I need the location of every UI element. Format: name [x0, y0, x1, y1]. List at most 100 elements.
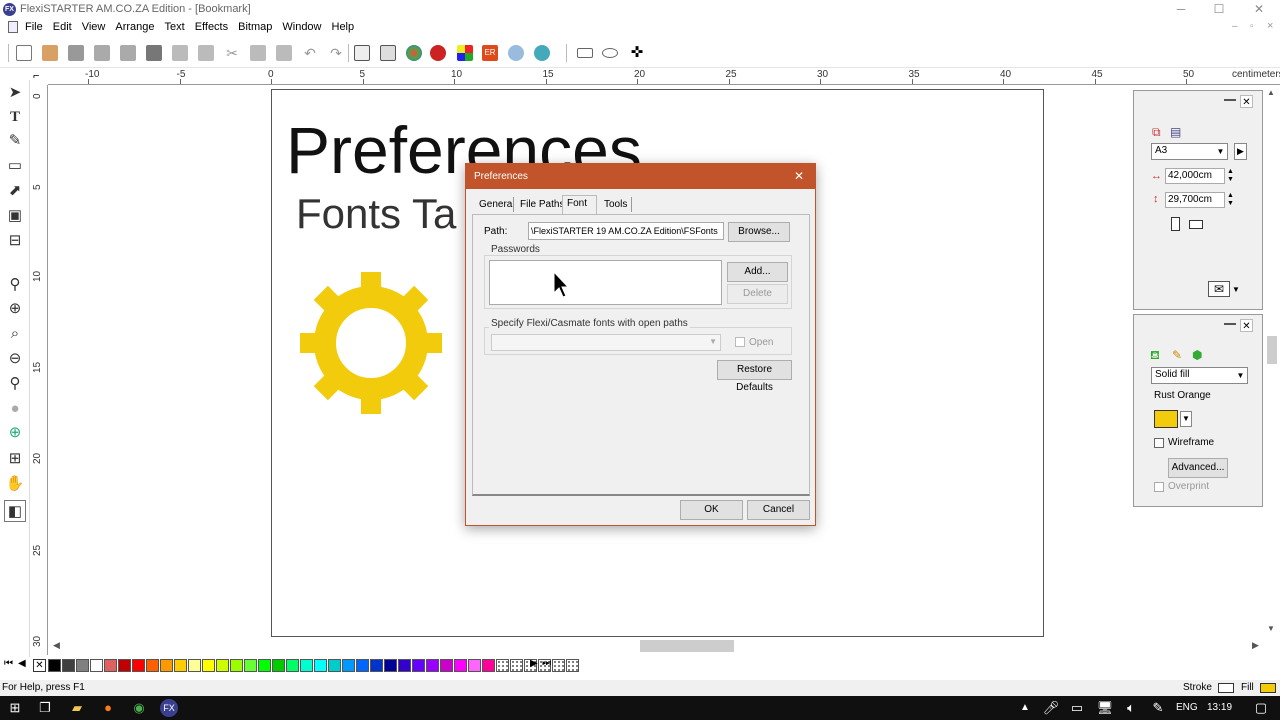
battery-icon[interactable]: ▭ — [1068, 699, 1086, 717]
vertical-scrollbar[interactable]: ▲ ▼ — [1264, 86, 1280, 638]
palette-swatch[interactable] — [132, 659, 145, 672]
select-arrow-icon[interactable]: ➤ — [4, 82, 26, 104]
menu-file[interactable]: File — [20, 19, 48, 35]
palette-last-icon[interactable]: ⏭ — [542, 658, 551, 669]
palette-swatch[interactable] — [146, 659, 159, 672]
palette-swatch[interactable] — [202, 659, 215, 672]
firefox-icon[interactable]: ● — [99, 699, 117, 717]
overprint-checkbox[interactable] — [1154, 482, 1164, 492]
minimize-button[interactable]: ─ — [1166, 2, 1196, 17]
rectangle-tool-icon[interactable]: ▭ — [4, 155, 26, 177]
portrait-icon[interactable] — [1171, 217, 1180, 231]
zoom-all-icon[interactable]: ⚲ — [4, 373, 26, 395]
redo-icon[interactable]: ↷ — [326, 43, 346, 63]
palette-swatch[interactable] — [230, 659, 243, 672]
palette-swatch[interactable] — [188, 659, 201, 672]
palette-swatch[interactable] — [328, 659, 341, 672]
volume-icon[interactable]: 🔈︎ — [1122, 699, 1140, 717]
menu-bitmap[interactable]: Bitmap — [233, 19, 277, 35]
font-path-input[interactable]: \FlexiSTARTER 19 AM.CO.ZA Edition\FSFont… — [528, 222, 724, 240]
stroke-swatch[interactable] — [1218, 683, 1234, 693]
notifications-icon[interactable]: ▢ — [1252, 699, 1270, 717]
node-edit-icon[interactable]: ⬈ — [4, 180, 26, 202]
flexi-taskbar-icon[interactable]: FX — [160, 699, 178, 717]
job-manager-icon[interactable] — [352, 43, 372, 63]
scroll-right-icon[interactable]: ▶ — [1252, 640, 1259, 651]
palette-swatch[interactable] — [258, 659, 271, 672]
measure-tool-icon[interactable]: ⊟ — [4, 230, 26, 252]
palette-swatch[interactable] — [76, 659, 89, 672]
document-icon[interactable] — [8, 21, 18, 33]
gear-graphic[interactable] — [300, 272, 442, 414]
tray-expand-icon[interactable]: ▲ — [1016, 699, 1034, 717]
palette-empty-swatch[interactable] — [552, 659, 565, 672]
scroll-up-icon[interactable]: ▲ — [1267, 88, 1275, 97]
tab-tools[interactable]: Tools — [600, 197, 631, 214]
width-spinner-icon[interactable]: ▲ ▼ — [1227, 168, 1234, 184]
palette-swatch[interactable] — [356, 659, 369, 672]
height-spinner-icon[interactable]: ▲ ▼ — [1227, 192, 1234, 208]
palette-swatch[interactable] — [398, 659, 411, 672]
fill-tool-icon[interactable]: ▣ — [4, 205, 26, 227]
browse-button[interactable]: Browse... — [728, 222, 790, 242]
menu-help[interactable]: Help — [327, 19, 360, 35]
palette-empty-swatch[interactable] — [566, 659, 579, 672]
palette-empty-swatch[interactable] — [496, 659, 509, 672]
palette-swatch[interactable] — [454, 659, 467, 672]
palette-swatch[interactable] — [440, 659, 453, 672]
export-icon[interactable] — [118, 43, 138, 63]
network-icon[interactable]: 🖥︎ — [1096, 699, 1114, 717]
panel-close-button[interactable]: ✕ — [1240, 95, 1253, 108]
palette-swatch[interactable] — [468, 659, 481, 672]
fill-swatch[interactable] — [1260, 683, 1276, 693]
doc-restore-button[interactable]: ▫ — [1250, 21, 1254, 32]
zoom-out-icon[interactable]: ⊖ — [4, 348, 26, 370]
save-icon[interactable] — [66, 43, 86, 63]
import-icon[interactable] — [92, 43, 112, 63]
palette-swatch[interactable] — [174, 659, 187, 672]
freehand-tool-icon[interactable]: ✎ — [4, 130, 26, 152]
open-file-icon[interactable] — [40, 43, 60, 63]
task-view-icon[interactable]: ❐ — [36, 699, 54, 717]
page-size-next-icon[interactable]: ▶ — [1234, 143, 1247, 160]
panel-minimize-icon[interactable] — [1224, 99, 1236, 101]
palette-empty-swatch[interactable] — [510, 659, 523, 672]
palette-swatch[interactable] — [216, 659, 229, 672]
restore-defaults-button[interactable]: Restore Defaults — [717, 360, 792, 393]
undo-icon[interactable]: ↶ — [300, 43, 320, 63]
color-palette-icon[interactable] — [404, 43, 424, 63]
palette-swatch[interactable] — [48, 659, 61, 672]
close-window-button[interactable]: ✕ — [1244, 2, 1274, 17]
canvas-subtitle-text[interactable]: Fonts Ta — [296, 190, 456, 238]
crosshair-icon[interactable]: ✜ — [627, 43, 647, 63]
panel-close-button[interactable]: ✕ — [1240, 319, 1253, 332]
delete-password-button[interactable]: Delete — [727, 284, 788, 304]
horizontal-scrollbar[interactable]: ◀ ▶ — [49, 638, 1264, 654]
transparency-icon[interactable]: ⬢ — [1192, 348, 1202, 362]
copy-icon[interactable] — [248, 43, 268, 63]
file-explorer-icon[interactable]: ▰ — [68, 699, 86, 717]
palette-swatch[interactable] — [118, 659, 131, 672]
print-icon[interactable] — [144, 43, 164, 63]
page-width-field[interactable]: 42,000cm — [1165, 168, 1225, 184]
color-grid-icon[interactable] — [455, 43, 475, 63]
spot-color-icon[interactable] — [428, 43, 448, 63]
pen-icon[interactable]: ✎ — [1149, 699, 1167, 717]
production-manager-icon[interactable] — [378, 43, 398, 63]
output-icon[interactable] — [196, 43, 216, 63]
rectangle-shape-icon[interactable] — [575, 43, 595, 63]
stroke-pen-icon[interactable]: ✎ — [1172, 348, 1182, 362]
clock[interactable]: 13:19 — [1207, 702, 1232, 713]
page-size-select[interactable]: A3 ▼ — [1151, 143, 1228, 160]
palette-first-icon[interactable]: ⏮ — [4, 658, 13, 669]
zoom-in-icon[interactable]: ⊕ — [4, 298, 26, 320]
ok-button[interactable]: OK — [680, 500, 743, 520]
maximize-button[interactable]: ☐ — [1204, 2, 1234, 17]
cloud-icon[interactable] — [506, 43, 526, 63]
preview-tool-icon[interactable]: ◧ — [4, 500, 26, 522]
open-checkbox[interactable] — [735, 337, 745, 347]
palette-swatch[interactable] — [482, 659, 495, 672]
palette-swatch[interactable] — [104, 659, 117, 672]
palette-swatch[interactable] — [384, 659, 397, 672]
menu-window[interactable]: Window — [277, 19, 326, 35]
